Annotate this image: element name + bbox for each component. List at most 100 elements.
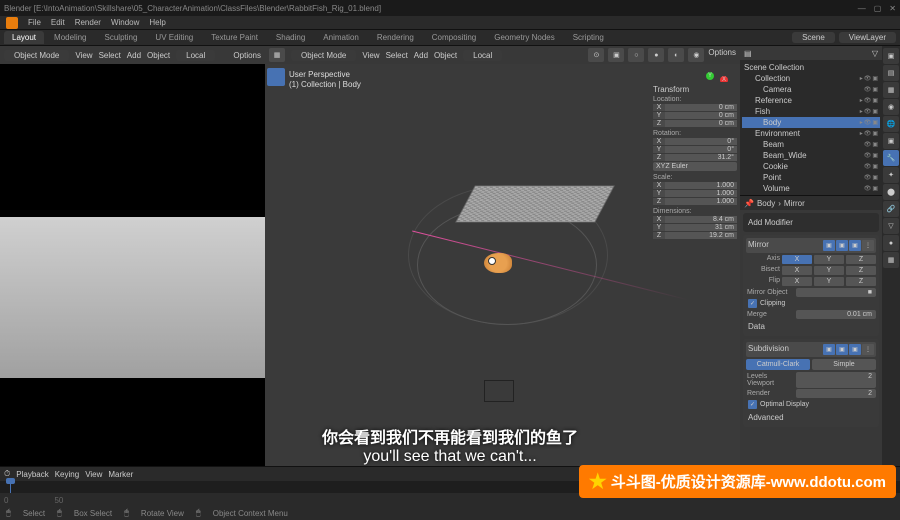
tab-compositing[interactable]: Compositing [424, 31, 484, 44]
dim-x[interactable]: 8.4 cm [665, 216, 737, 223]
optimal-checkbox[interactable]: ✓ [748, 400, 757, 409]
flip-y[interactable]: Y [814, 277, 844, 286]
render-levels-value[interactable]: 2 [796, 389, 876, 398]
ol-reference[interactable]: Reference [755, 96, 792, 105]
tl-view[interactable]: View [85, 470, 102, 479]
mod-realtime-icon[interactable]: ▣ [823, 240, 835, 251]
ol-beam[interactable]: Beam [763, 140, 784, 149]
ptab-object-icon[interactable]: ▣ [883, 133, 899, 149]
merge-value[interactable]: 0.01 cm [796, 310, 876, 319]
ol-point[interactable]: Point [763, 173, 781, 182]
sca-y[interactable]: 1.000 [665, 190, 737, 197]
simple-button[interactable]: Simple [812, 359, 876, 370]
menu-window[interactable]: Window [111, 18, 139, 27]
subdiv-realtime-icon[interactable]: ▣ [823, 344, 835, 355]
transform-header[interactable]: Transform [653, 85, 737, 94]
rot-x[interactable]: 0° [665, 138, 737, 145]
ptab-constraint-icon[interactable]: 🔗 [883, 201, 899, 217]
ptab-viewlayer-icon[interactable]: ▦ [883, 82, 899, 98]
menu-render[interactable]: Render [75, 18, 101, 27]
left-view-menu[interactable]: View [75, 51, 92, 60]
bisect-y[interactable]: Y [814, 266, 844, 275]
subdiv-modifier-name[interactable]: Subdivision [748, 344, 821, 355]
xray-icon[interactable]: ▣ [608, 48, 624, 62]
tab-rendering[interactable]: Rendering [369, 31, 422, 44]
tab-texture[interactable]: Texture Paint [203, 31, 266, 44]
vp-object-menu[interactable]: Object [434, 51, 457, 60]
overlays-icon[interactable]: ⊙ [588, 48, 604, 62]
ptab-material-icon[interactable]: ● [883, 235, 899, 251]
mod-render-icon[interactable]: ▣ [836, 240, 848, 251]
mirror-object-field[interactable]: ■ [796, 288, 876, 297]
vp-view-menu[interactable]: View [362, 51, 379, 60]
dim-y[interactable]: 31 cm [665, 224, 737, 231]
ol-collection[interactable]: Collection [755, 74, 790, 83]
left-select-menu[interactable]: Select [99, 51, 121, 60]
tab-uv[interactable]: UV Editing [147, 31, 201, 44]
left-local-toggle[interactable]: Local [176, 50, 215, 61]
tl-keying[interactable]: Keying [55, 470, 79, 479]
mirror-data-section[interactable]: Data [746, 320, 876, 333]
tab-layout[interactable]: Layout [4, 31, 44, 44]
render-preview[interactable] [0, 64, 265, 466]
ptab-modifier-icon[interactable]: 🔧 [883, 150, 899, 166]
bisect-x[interactable]: X [782, 266, 812, 275]
tl-playback[interactable]: Playback [16, 470, 48, 479]
ol-body[interactable]: Body [763, 118, 781, 127]
breadcrumb-mirror[interactable]: Mirror [784, 199, 805, 208]
cookie-plane-object[interactable] [455, 185, 615, 222]
scene-selector[interactable]: Scene [792, 32, 835, 43]
advanced-section[interactable]: Advanced [746, 411, 876, 424]
ptab-physics-icon[interactable]: ⬤ [883, 184, 899, 200]
timeline-cursor[interactable] [10, 481, 11, 493]
tab-scripting[interactable]: Scripting [565, 31, 612, 44]
menu-file[interactable]: File [28, 18, 41, 27]
rotation-mode[interactable]: XYZ Euler [653, 162, 737, 171]
ptab-particle-icon[interactable]: ✦ [883, 167, 899, 183]
breadcrumb-body[interactable]: Body [757, 199, 775, 208]
vp-select-menu[interactable]: Select [386, 51, 408, 60]
subdiv-menu-icon[interactable]: ⋮ [862, 344, 874, 355]
outliner-filter-icon[interactable]: ▽ [872, 49, 878, 58]
axis-x[interactable]: X [782, 255, 812, 264]
subdiv-render-icon[interactable]: ▣ [836, 344, 848, 355]
subdiv-edit-icon[interactable]: ▣ [849, 344, 861, 355]
ptab-texture-icon[interactable]: ▦ [883, 252, 899, 268]
ptab-render-icon[interactable]: ▣ [883, 48, 899, 64]
shading-solid-icon[interactable]: ● [648, 48, 664, 62]
ol-cookie[interactable]: Cookie [763, 162, 788, 171]
tab-modeling[interactable]: Modeling [46, 31, 94, 44]
tab-sculpting[interactable]: Sculpting [97, 31, 146, 44]
vp-mode-selector[interactable]: Object Mode [291, 50, 356, 61]
ptab-world-icon[interactable]: 🌐 [883, 116, 899, 132]
shading-wireframe-icon[interactable]: ○ [628, 48, 644, 62]
add-modifier-button[interactable]: Add Modifier [746, 216, 876, 229]
mirror-modifier-name[interactable]: Mirror [748, 240, 821, 251]
axis-z[interactable]: Z [846, 255, 876, 264]
tab-animation[interactable]: Animation [315, 31, 367, 44]
menu-help[interactable]: Help [149, 18, 165, 27]
catmull-button[interactable]: Catmull-Clark [746, 359, 810, 370]
ol-fish[interactable]: Fish [755, 107, 770, 116]
ptab-scene-icon[interactable]: ◉ [883, 99, 899, 115]
tl-marker[interactable]: Marker [108, 470, 133, 479]
ol-environment[interactable]: Environment [755, 129, 800, 138]
ptab-output-icon[interactable]: ▤ [883, 65, 899, 81]
sca-x[interactable]: 1.000 [665, 182, 737, 189]
editor-type-icon[interactable]: ▦ [269, 48, 285, 62]
bisect-z[interactable]: Z [846, 266, 876, 275]
rot-z[interactable]: 31.2° [665, 154, 737, 161]
vp-add-menu[interactable]: Add [414, 51, 428, 60]
minimize-icon[interactable]: — [858, 4, 866, 13]
flip-x[interactable]: X [782, 277, 812, 286]
menu-edit[interactable]: Edit [51, 18, 65, 27]
left-mode-selector[interactable]: Object Mode [4, 50, 69, 61]
ol-beam-wide[interactable]: Beam_Wide [763, 151, 807, 160]
fish-body-object[interactable] [484, 253, 512, 273]
dim-z[interactable]: 19.2 cm [665, 232, 737, 239]
shading-material-icon[interactable]: ◐ [668, 48, 684, 62]
outliner-type-icon[interactable]: ▤ [744, 49, 752, 58]
vp-orientation[interactable]: Local [463, 50, 502, 61]
levels-value[interactable]: 2 [796, 372, 876, 388]
vp-options[interactable]: Options [708, 48, 736, 62]
